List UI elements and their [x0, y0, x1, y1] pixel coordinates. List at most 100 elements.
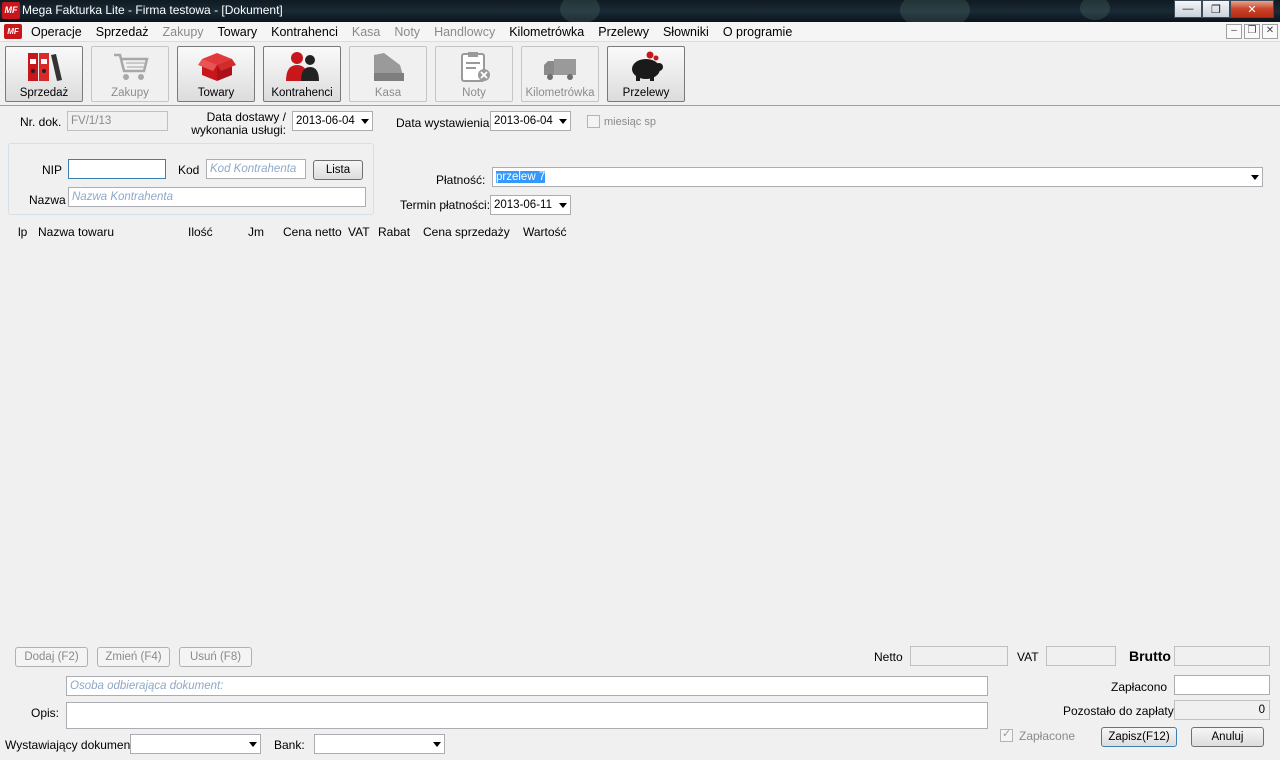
platnosc-dropdown[interactable]: przelew 7: [492, 167, 1263, 187]
anuluj-button[interactable]: Anuluj: [1191, 727, 1264, 747]
title-bar-decoration: [560, 0, 600, 24]
column-header-cena-sprzedazy[interactable]: Cena sprzedaży: [423, 225, 510, 239]
toolbar-label: Towary: [197, 87, 235, 99]
pozostalo-field: 0: [1174, 700, 1270, 720]
toolbar-kilometrowka-button: Kilometrówka: [521, 46, 599, 102]
cash-register-icon: [374, 53, 404, 81]
netto-label: Netto: [874, 650, 903, 664]
zapisz-button[interactable]: Zapisz(F12): [1101, 727, 1177, 747]
vat-field: [1046, 646, 1116, 666]
title-bar-decoration: [1080, 0, 1110, 20]
menu-zakupy: Zakupy: [162, 25, 204, 39]
wystawiajacy-label: Wystawiający dokument: [5, 738, 134, 752]
mdi-close-button[interactable]: ✕: [1262, 24, 1278, 39]
column-header-nazwa-towaru[interactable]: Nazwa towaru: [38, 225, 114, 239]
nazwa-input[interactable]: Nazwa Kontrahenta: [68, 187, 366, 207]
dropdown-arrow-icon: [1251, 175, 1259, 180]
column-header-lp[interactable]: lp: [18, 225, 27, 239]
document-menu-icon[interactable]: MF: [4, 24, 22, 39]
platnosc-value: przelew 7: [496, 171, 546, 183]
menu-kasa: Kasa: [351, 25, 381, 39]
mdi-restore-button[interactable]: ❐: [1244, 24, 1260, 39]
toolbar-label: Zakupy: [111, 87, 149, 99]
platnosc-label: Płatność:: [436, 173, 486, 187]
column-header-jm[interactable]: Jm: [248, 225, 264, 239]
cart-icon: [114, 53, 149, 80]
toolbar-przelewy-button[interactable]: Przelewy: [607, 46, 685, 102]
dodaj-button: Dodaj (F2): [15, 647, 88, 667]
toolbar-towary-button[interactable]: Towary: [177, 46, 255, 102]
osoba-odbierajaca-input[interactable]: Osoba odbierająca dokument:: [66, 676, 988, 696]
miesiac-checkbox: [587, 115, 600, 128]
data-dostawy-label-1: Data dostawy /: [206, 110, 286, 124]
menu-handlowcy: Handlowcy: [434, 25, 496, 39]
menu-operacje[interactable]: Operacje: [24, 24, 89, 40]
lista-button[interactable]: Lista: [313, 160, 363, 180]
nazwa-label: Nazwa: [29, 193, 66, 207]
toolbar: Sprzedaż Zakupy Towary Kontrahenci Kasa …: [0, 42, 1280, 106]
piggy-bank-icon: [632, 51, 663, 81]
menu-slowniki[interactable]: Słowniki: [656, 24, 716, 40]
column-header-vat[interactable]: VAT: [348, 225, 370, 239]
menu-towary[interactable]: Towary: [211, 24, 265, 40]
opis-input[interactable]: [66, 702, 988, 729]
dropdown-arrow-icon: [361, 119, 369, 124]
nip-label: NIP: [42, 163, 63, 177]
toolbar-kontrahenci-button[interactable]: Kontrahenci: [263, 46, 341, 102]
toolbar-label: Kilometrówka: [525, 87, 595, 99]
menu-o-programie[interactable]: O programie: [716, 24, 799, 40]
data-dostawy-value: 2013-06-04: [296, 115, 355, 127]
column-header-ilosc[interactable]: Ilość: [188, 225, 213, 239]
data-dostawy-picker[interactable]: 2013-06-04: [292, 111, 373, 131]
bank-dropdown[interactable]: [314, 734, 445, 754]
column-header-rabat[interactable]: Rabat: [378, 225, 410, 239]
opis-label: Opis:: [31, 706, 60, 720]
vat-label: VAT: [1017, 650, 1039, 664]
dropdown-arrow-icon: [433, 742, 441, 747]
zaplacono-label: Zapłacono: [1111, 680, 1168, 694]
dropdown-arrow-icon: [559, 119, 567, 124]
mdi-controls: – ❐ ✕: [1226, 24, 1278, 39]
data-wystawienia-label: Data wystawienia:: [396, 116, 493, 130]
window-controls: — ❐ ✕: [1174, 0, 1274, 18]
termin-platnosci-label: Termin płatności:: [400, 198, 491, 212]
close-button[interactable]: ✕: [1230, 0, 1274, 18]
mdi-minimize-button[interactable]: –: [1226, 24, 1242, 39]
toolbar-label: Kasa: [374, 87, 402, 99]
kod-input[interactable]: Kod Kontrahenta: [206, 159, 306, 179]
wystawiajacy-dropdown[interactable]: [130, 734, 261, 754]
nip-input[interactable]: [68, 159, 166, 179]
menu-przelewy[interactable]: Przelewy: [591, 24, 656, 40]
truck-icon: [544, 59, 576, 80]
toolbar-label: Noty: [462, 87, 486, 99]
dropdown-arrow-icon: [559, 203, 567, 208]
kod-label: Kod: [178, 163, 200, 177]
pozostalo-label: Pozostało do zapłaty: [1063, 704, 1174, 718]
menu-sprzedaz[interactable]: Sprzedaż: [89, 24, 156, 40]
menu-kontrahenci[interactable]: Kontrahenci: [264, 24, 345, 40]
column-header-wartosc[interactable]: Wartość: [523, 225, 567, 239]
toolbar-label: Kontrahenci: [271, 87, 333, 99]
data-wystawienia-picker[interactable]: 2013-06-04: [490, 111, 571, 131]
zmien-button: Zmień (F4): [97, 647, 170, 667]
column-header-cena-netto[interactable]: Cena netto: [283, 225, 342, 239]
zaplacono-input[interactable]: [1174, 675, 1270, 695]
nr-dok-label: Nr. dok.: [20, 115, 62, 129]
dropdown-arrow-icon: [249, 742, 257, 747]
restore-button[interactable]: ❐: [1202, 0, 1230, 18]
menu-bar: MF Operacje Sprzedaż Zakupy Towary Kontr…: [0, 22, 1280, 42]
menu-kilometrowka[interactable]: Kilometrówka: [502, 24, 591, 40]
miesiac-label: miesiąc sp: [604, 116, 656, 128]
toolbar-sprzedaz-button[interactable]: Sprzedaż: [5, 46, 83, 102]
minimize-button[interactable]: —: [1174, 0, 1202, 18]
box-icon: [198, 53, 236, 81]
nr-dok-field: FV/1/13: [67, 111, 168, 131]
usun-button: Usuń (F8): [179, 647, 252, 667]
data-dostawy-label-2: wykonania usługi:: [191, 123, 286, 137]
zaplacone-label: Zapłacone: [1019, 729, 1076, 743]
toolbar-kasa-button: Kasa: [349, 46, 427, 102]
minimize-icon: —: [1182, 3, 1194, 15]
restore-icon: ❐: [1211, 3, 1221, 16]
termin-platnosci-picker[interactable]: 2013-06-11: [490, 195, 571, 215]
termin-platnosci-value: 2013-06-11: [494, 199, 552, 211]
